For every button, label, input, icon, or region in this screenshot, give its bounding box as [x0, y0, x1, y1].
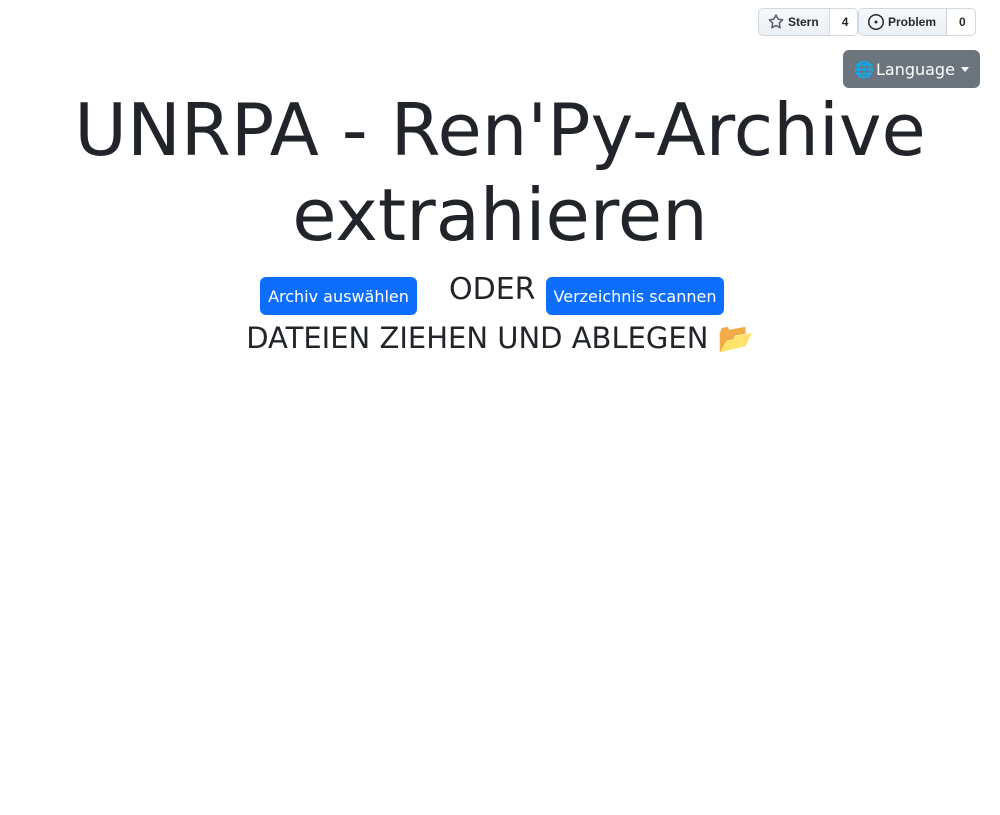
action-row: Archiv auswählen ODER Verzeichnis scanne… — [0, 268, 1000, 318]
globe-icon: 🌐 — [854, 59, 874, 79]
github-star-count[interactable]: 4 — [829, 8, 859, 36]
scan-directory-button[interactable]: Verzeichnis scannen — [546, 277, 724, 315]
github-issue-widget: Problem 0 — [858, 8, 976, 36]
github-star-widget: Stern 4 — [758, 8, 859, 36]
issue-opened-icon — [868, 14, 884, 30]
select-archive-button[interactable]: Archiv auswählen — [260, 277, 417, 315]
github-star-button[interactable]: Stern — [758, 8, 830, 36]
github-issue-button[interactable]: Problem — [858, 8, 948, 36]
page-title: UNRPA - Ren'Py-Archive extrahieren — [74, 88, 926, 257]
github-star-label: Stern — [788, 15, 819, 29]
caret-down-icon — [960, 66, 969, 72]
or-separator: ODER — [449, 272, 536, 307]
github-issue-count[interactable]: 0 — [947, 8, 976, 36]
github-issue-label: Problem — [888, 15, 937, 29]
language-dropdown-button[interactable]: 🌐 Language — [843, 50, 980, 88]
language-label: Language — [875, 59, 955, 79]
drag-and-drop-zone[interactable]: DATEIEN ZIEHEN UND ABLEGEN 📂 — [0, 316, 1000, 360]
star-icon — [768, 14, 784, 30]
